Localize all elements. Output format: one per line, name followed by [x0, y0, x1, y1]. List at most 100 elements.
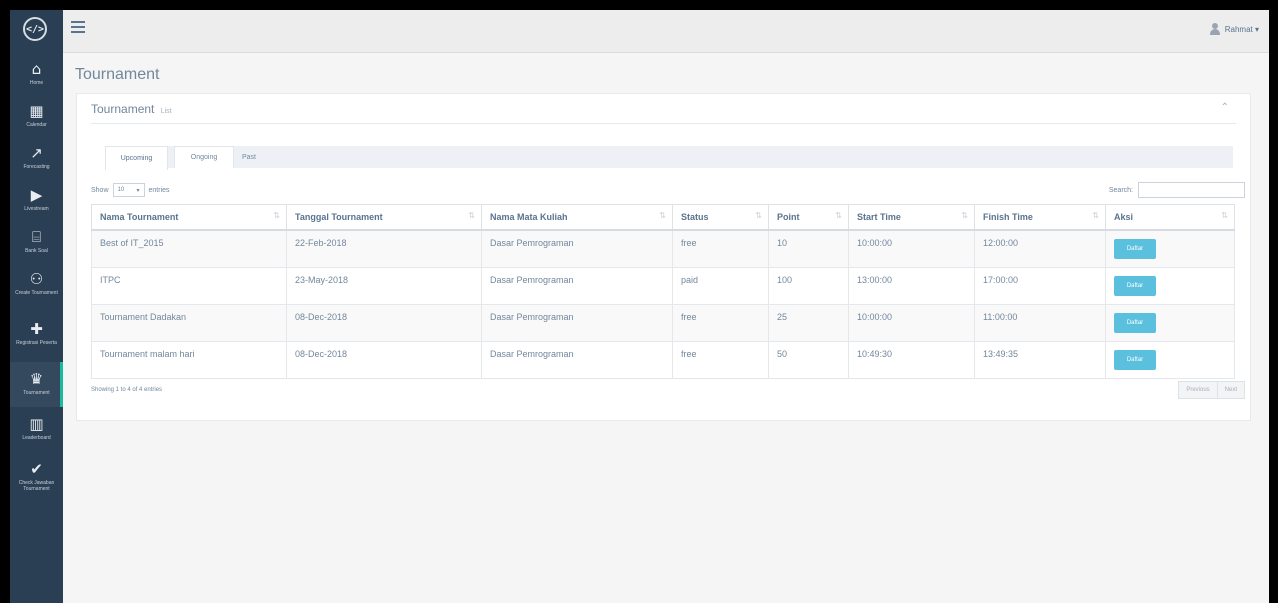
- cell-status: paid: [672, 266, 769, 305]
- sidebar-item-label: Bank Soal: [25, 248, 48, 254]
- bar-chart-icon: ▥: [29, 415, 44, 433]
- column-header-aksi[interactable]: Aksi ⇅: [1105, 204, 1235, 231]
- cell-mata-kuliah: Dasar Pemrograman: [481, 229, 673, 268]
- column-header-finish-time[interactable]: Finish Time ⇅: [974, 204, 1106, 231]
- sidebar-item-label: Create Tournament: [15, 290, 58, 296]
- sidebar-item-label: Livestream: [24, 206, 49, 212]
- panel-title-text: Tournament: [91, 102, 155, 116]
- cell-point: 25: [768, 303, 849, 342]
- column-header-nama-mata-kuliah[interactable]: Nama Mata Kuliah ⇅: [481, 204, 673, 231]
- cell-nama: Tournament malam hari: [91, 340, 287, 379]
- menu-toggle-icon[interactable]: [71, 21, 85, 33]
- table-info: Showing 1 to 4 of 4 entries: [91, 387, 163, 393]
- sidebar-item-tournament[interactable]: ♛ Tournament: [10, 362, 63, 407]
- column-header-tanggal-tournament[interactable]: Tanggal Tournament ⇅: [286, 204, 482, 231]
- sidebar-item-create-tournament[interactable]: ⚇ Create Tournament: [10, 262, 63, 312]
- trophy-icon: ♛: [29, 370, 44, 388]
- bank-icon: ⌸: [31, 228, 41, 246]
- chart-line-icon: ↗: [30, 144, 43, 162]
- video-icon: ▶: [30, 186, 43, 204]
- search-input[interactable]: [1138, 182, 1245, 198]
- cell-status: free: [672, 303, 769, 342]
- daftar-button[interactable]: Daftar: [1114, 312, 1156, 333]
- show-label: Show: [91, 186, 109, 194]
- user-menu[interactable]: Rahmat ▾: [1209, 23, 1259, 35]
- calendar-icon: ▦: [29, 102, 44, 120]
- cell-tanggal: 08-Dec-2018: [286, 303, 482, 342]
- sidebar-item-forecasting[interactable]: ↗ Forecasting: [10, 136, 63, 178]
- divider: [91, 123, 1236, 124]
- cell-point: 10: [768, 229, 849, 268]
- sidebar-item-leaderboard[interactable]: ▥ Leaderboard: [10, 407, 63, 452]
- sort-icon: ⇅: [961, 211, 968, 220]
- cell-status: free: [672, 229, 769, 268]
- tab-ongoing[interactable]: Ongoing: [174, 146, 234, 168]
- avatar: [1209, 23, 1220, 35]
- pagination: Previous Next: [1178, 381, 1245, 399]
- next-button[interactable]: Next: [1216, 382, 1244, 398]
- sidebar-item-registrasi-peserta[interactable]: ✚ Registrasi Peserta: [10, 312, 63, 362]
- cell-mata-kuliah: Dasar Pemrograman: [481, 266, 673, 305]
- app-window: </> ⌂ Home ▦ Calendar ↗ Forecasting ▶ Li…: [10, 10, 1269, 603]
- page-length-select[interactable]: 10 ▾: [112, 183, 145, 197]
- sidebar-item-home[interactable]: ⌂ Home: [10, 52, 63, 94]
- sidebar-item-label: Tournament: [23, 390, 50, 396]
- column-header-start-time[interactable]: Start Time ⇅: [848, 204, 975, 231]
- tournament-tabs: Upcoming Ongoing Past: [105, 146, 1233, 170]
- tab-upcoming[interactable]: Upcoming: [105, 146, 168, 170]
- sidebar-item-livestream[interactable]: ▶ Livestream: [10, 178, 63, 220]
- cell-finish-time: 17:00:00: [974, 266, 1106, 305]
- sort-icon: ⇅: [273, 211, 280, 220]
- cell-aksi: Daftar: [1105, 266, 1235, 305]
- user-name: Rahmat ▾: [1224, 24, 1259, 34]
- column-header-status[interactable]: Status ⇅: [672, 204, 769, 231]
- sidebar-item-bank-soal[interactable]: ⌸ Bank Soal: [10, 220, 63, 262]
- users-icon: ⚇: [29, 270, 44, 288]
- sidebar-item-calendar[interactable]: ▦ Calendar: [10, 94, 63, 136]
- sidebar-item-label: Forecasting: [23, 164, 50, 170]
- search-label: Search:: [1108, 186, 1133, 194]
- panel-subtitle: List: [160, 108, 172, 115]
- daftar-button[interactable]: Daftar: [1114, 239, 1156, 259]
- cell-aksi: Daftar: [1105, 303, 1235, 342]
- table-row: Tournament Dadakan 08-Dec-2018 Dasar Pem…: [91, 303, 1235, 342]
- sidebar-item-check-jawaban[interactable]: ✔ Check Jawaban Tournament: [10, 452, 63, 514]
- sidebar: </> ⌂ Home ▦ Calendar ↗ Forecasting ▶ Li…: [10, 10, 63, 603]
- daftar-button[interactable]: Daftar: [1114, 275, 1156, 296]
- cell-nama: ITPC: [91, 266, 287, 305]
- cell-aksi: Daftar: [1105, 229, 1235, 268]
- sidebar-item-label: Check Jawaban Tournament: [18, 480, 55, 492]
- daftar-button[interactable]: Daftar: [1114, 349, 1156, 370]
- cell-start-time: 10:00:00: [848, 303, 975, 342]
- cell-point: 50: [768, 340, 849, 379]
- column-header-nama-tournament[interactable]: Nama Tournament ⇅: [91, 204, 287, 231]
- plus-icon: ✚: [30, 320, 43, 338]
- tournament-panel: Tournament List ⌃ Upcoming Ongoing Past …: [76, 93, 1251, 421]
- table-row: Best of IT_2015 22-Feb-2018 Dasar Pemrog…: [91, 229, 1235, 268]
- cell-finish-time: 11:00:00: [974, 303, 1106, 342]
- sidebar-item-label: Calendar: [26, 122, 47, 128]
- table-header-row: Nama Tournament ⇅ Tanggal Tournament ⇅ Nam…: [91, 204, 1235, 231]
- check-icon: ✔: [30, 460, 43, 478]
- cell-status: free: [672, 340, 769, 379]
- previous-button[interactable]: Previous: [1179, 382, 1216, 398]
- logo-icon[interactable]: </>: [23, 17, 47, 41]
- collapse-icon[interactable]: ⌃: [1221, 102, 1229, 113]
- cell-nama: Best of IT_2015: [91, 229, 287, 268]
- sidebar-item-label: Leaderboard: [22, 435, 51, 441]
- tab-past[interactable]: Past: [238, 146, 260, 168]
- tournament-table: Nama Tournament ⇅ Tanggal Tournament ⇅ Nam…: [91, 204, 1235, 379]
- sort-icon: ⇅: [468, 211, 475, 220]
- page-title: Tournament: [75, 66, 160, 83]
- cell-start-time: 13:00:00: [848, 266, 975, 305]
- cell-tanggal: 22-Feb-2018: [286, 229, 482, 268]
- sidebar-item-label: Home: [29, 80, 44, 86]
- page-length-control: Show 10 ▾ entries: [91, 183, 170, 197]
- table-row: ITPC 23-May-2018 Dasar Pemrograman paid …: [91, 266, 1235, 305]
- cell-tanggal: 23-May-2018: [286, 266, 482, 305]
- column-header-point[interactable]: Point ⇅: [768, 204, 849, 231]
- entries-label: entries: [148, 186, 170, 194]
- home-icon: ⌂: [31, 60, 42, 78]
- sidebar-item-label: Registrasi Peserta: [16, 340, 57, 346]
- cell-finish-time: 13:49:35: [974, 340, 1106, 379]
